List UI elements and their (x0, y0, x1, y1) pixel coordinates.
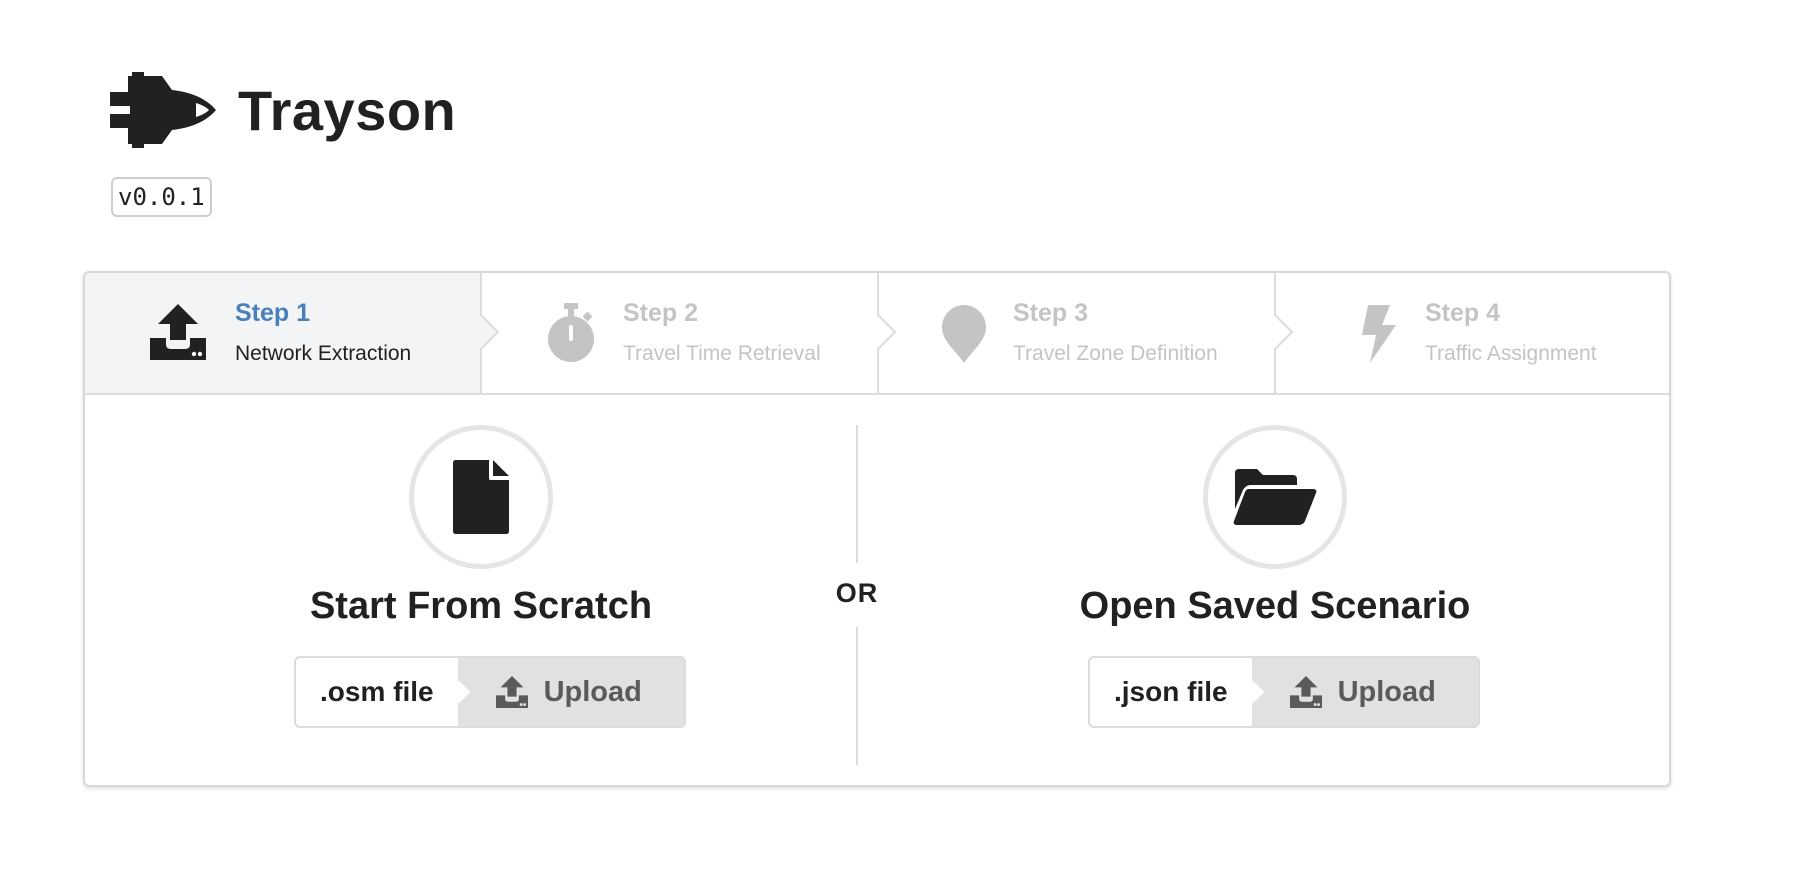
lightning-icon (1362, 305, 1396, 363)
step-description: Network Extraction (235, 342, 412, 365)
upload-icon (1289, 676, 1322, 708)
step-4-traffic-assignment[interactable]: Step 4 Traffic Assignment (1276, 273, 1669, 393)
open-saved-scenario-title: Open Saved Scenario (1079, 585, 1471, 627)
start-from-scratch-panel: Start From Scratch .osm file Upload (85, 395, 877, 785)
json-file-label: .json file (1090, 658, 1252, 726)
space-shuttle-icon (110, 72, 216, 148)
folder-open-icon (1233, 469, 1317, 525)
upload-button-label: Upload (543, 675, 642, 708)
or-divider-label: OR (835, 578, 879, 608)
step-title: Step 4 (1425, 299, 1501, 327)
app-header: Trayson (110, 70, 456, 150)
upload-icon (495, 676, 528, 708)
json-upload-button[interactable]: Upload (1251, 658, 1478, 726)
upload-icon (150, 304, 206, 360)
json-upload-group: .json file Upload (1088, 656, 1480, 728)
osm-upload-group: .osm file Upload (294, 656, 686, 728)
version-badge: v0.0.1 (111, 177, 212, 217)
divider-line (856, 425, 858, 563)
stopwatch-icon (548, 303, 594, 362)
step-1-network-extraction[interactable]: Step 1 Network Extraction (85, 273, 500, 393)
setup-wizard: Step 1 Network Extraction Step 2 Travel … (83, 271, 1671, 787)
step-description: Traffic Assignment (1425, 342, 1597, 365)
open-saved-scenario-panel: Open Saved Scenario .json file Upload (879, 395, 1669, 785)
osm-file-label: .osm file (296, 658, 458, 726)
step-4-text: Step 4 Traffic Assignment (1425, 299, 1597, 366)
step-3-travel-zone-definition[interactable]: Step 3 Travel Zone Definition (879, 273, 1294, 393)
step-2-travel-time-retrieval[interactable]: Step 2 Travel Time Retrieval (482, 273, 897, 393)
folder-icon-circle (1203, 425, 1347, 569)
step-title: Step 2 (623, 299, 699, 327)
step-title: Step 1 (235, 299, 311, 327)
step-2-text: Step 2 Travel Time Retrieval (623, 299, 821, 366)
divider-line (856, 627, 858, 765)
step-3-text: Step 3 Travel Zone Definition (1013, 299, 1218, 366)
step-1-text: Step 1 Network Extraction (235, 299, 411, 366)
file-icon-circle (409, 425, 553, 569)
file-icon (453, 460, 509, 534)
app-title: Trayson (238, 78, 457, 142)
step-description: Travel Time Retrieval (623, 342, 821, 365)
start-from-scratch-title: Start From Scratch (309, 585, 653, 627)
step-title: Step 3 (1013, 299, 1089, 327)
osm-upload-button[interactable]: Upload (457, 658, 684, 726)
map-marker-icon (942, 305, 986, 363)
step-bar: Step 1 Network Extraction Step 2 Travel … (85, 273, 1669, 395)
wizard-content: Start From Scratch .osm file Upload OR O… (85, 395, 1669, 785)
step-description: Travel Zone Definition (1013, 342, 1218, 365)
upload-button-label: Upload (1337, 675, 1436, 708)
